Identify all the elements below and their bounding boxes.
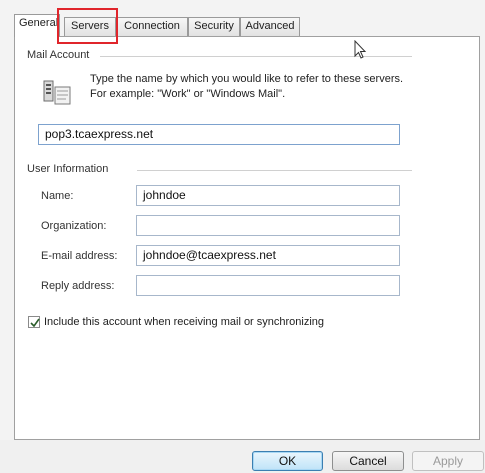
checkmark-icon — [30, 318, 40, 328]
tab-connection[interactable]: Connection — [116, 17, 188, 36]
mail-server-icon — [42, 78, 72, 108]
reply-address-field[interactable] — [136, 275, 400, 296]
email-address-field[interactable]: johndoe@tcaexpress.net — [136, 245, 400, 266]
apply-button[interactable]: Apply — [412, 451, 484, 471]
reply-address-label: Reply address: — [41, 280, 115, 292]
servers-tab-highlight-box — [57, 8, 118, 44]
organization-field[interactable] — [136, 215, 400, 236]
name-field[interactable]: johndoe — [136, 185, 400, 206]
mail-account-instruction: Type the name by which you would like to… — [90, 73, 404, 100]
user-information-heading: User Information — [27, 163, 109, 175]
ok-button[interactable]: OK — [252, 451, 323, 471]
mouse-pointer-icon — [354, 39, 368, 60]
account-properties-window: General Servers Connection Security Adva… — [0, 0, 485, 473]
account-name-field[interactable]: pop3.tcaexpress.net — [38, 124, 400, 145]
tab-advanced[interactable]: Advanced — [240, 17, 300, 36]
cancel-button[interactable]: Cancel — [332, 451, 404, 471]
mail-account-heading: Mail Account — [27, 49, 90, 61]
tab-general[interactable]: General — [14, 14, 60, 37]
email-address-label: E-mail address: — [41, 250, 118, 262]
user-information-divider — [137, 170, 412, 171]
name-label: Name: — [41, 190, 74, 202]
include-account-checkbox[interactable] — [28, 316, 40, 328]
organization-label: Organization: — [41, 220, 107, 232]
include-account-label: Include this account when receiving mail… — [44, 316, 325, 328]
tab-security[interactable]: Security — [188, 17, 240, 36]
include-account-option[interactable]: Include this account when receiving mail… — [28, 316, 324, 328]
